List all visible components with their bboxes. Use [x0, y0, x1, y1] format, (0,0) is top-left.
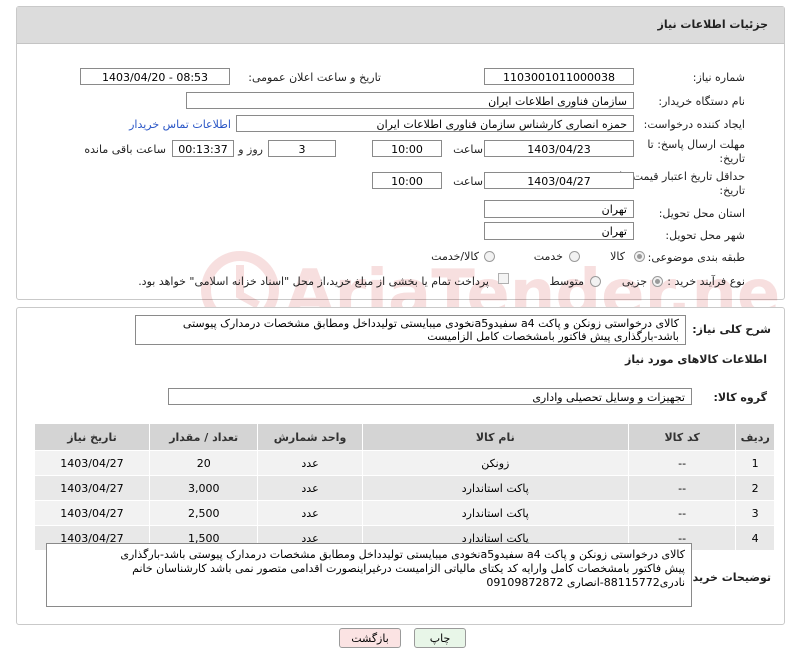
header-quantity: تعداد / مقدار	[148, 423, 259, 451]
cell-unit: عدد	[257, 500, 363, 526]
panel-header: جزئیات اطلاعات نیاز	[17, 7, 784, 44]
need-number-field: 1103001011000038	[484, 68, 634, 85]
need-number-label: شماره نیاز:	[692, 71, 745, 84]
category-label: طبقه بندی موضوعی:	[647, 251, 745, 264]
creator-field: حمزه انصاری کارشناس سازمان فناوری اطلاعا…	[236, 115, 634, 132]
summary-textarea: کالای درخواستی زونکن و پاکت a4 سفیدوa5نخ…	[135, 315, 686, 345]
reply-deadline-time-field: 10:00	[372, 140, 442, 157]
cell-need-date: 1403/04/27	[34, 450, 150, 476]
buyer-contact-link[interactable]: اطلاعات تماس خریدار	[129, 118, 231, 131]
province-label: استان محل تحویل:	[658, 207, 745, 220]
cell-item-code: --	[627, 450, 737, 476]
remaining-time-label: ساعت باقی مانده	[84, 143, 166, 156]
cell-need-date: 1403/04/27	[34, 475, 150, 501]
cell-row-number: 4	[735, 525, 775, 551]
category-option-goods-service: کالا/خدمت	[431, 250, 479, 263]
remaining-time-field: 00:13:37	[172, 140, 234, 157]
header-row-number: ردیف	[735, 423, 775, 451]
print-button[interactable]: چاپ	[414, 628, 466, 648]
buyer-notes-line-1: کالای درخواستی زونکن و پاکت a4 سفیدوa5نخ…	[120, 548, 685, 561]
cell-unit: عدد	[257, 475, 363, 501]
cell-item-name: زونکن	[361, 450, 629, 476]
table-row: 3 -- پاکت استاندارد عدد 2,500 1403/04/27	[34, 500, 775, 526]
price-validity-time-label: ساعت	[453, 175, 483, 188]
header-unit: واحد شمارش	[257, 423, 363, 451]
category-radio-goods[interactable]	[634, 251, 645, 262]
buyer-org-field: سازمان فناوری اطلاعات ایران	[186, 92, 634, 109]
days-label: روز و	[238, 143, 263, 156]
purchase-option-minor: جزیی	[621, 275, 647, 288]
cell-item-code: --	[627, 475, 737, 501]
announce-datetime-field: 1403/04/20 - 08:53	[80, 68, 230, 85]
cell-quantity: 3,000	[148, 475, 259, 501]
cell-quantity: 20	[148, 450, 259, 476]
table-row: 2 -- پاکت استاندارد عدد 3,000 1403/04/27	[34, 475, 775, 501]
buyer-org-label: نام دستگاه خریدار:	[658, 95, 745, 108]
header-item-name: نام کالا	[361, 423, 629, 451]
buyer-notes-line-2: پیش فاکتور بامشخصات کامل وارایه کد یکتای…	[132, 562, 685, 575]
reply-deadline-label-date: تاریخ:	[719, 152, 745, 165]
goods-group-label: گروه کالا:	[713, 391, 767, 404]
buyer-notes-label: توضیحات خریدار:	[678, 571, 771, 584]
panel-title: جزئیات اطلاعات نیاز	[657, 18, 769, 31]
reply-deadline-label: مهلت ارسال پاسخ: تا	[647, 138, 745, 151]
cell-quantity: 2,500	[148, 500, 259, 526]
goods-table: ردیف کد کالا نام کالا واحد شمارش تعداد /…	[34, 423, 775, 551]
summary-line-2: باشد-بارگذاری پیش فاکتور بامشخصات کامل ا…	[427, 330, 679, 343]
goods-group-field: تجهیزات و وسایل تحصیلی واداری	[168, 388, 692, 405]
city-label: شهر محل تحویل:	[665, 229, 745, 242]
table-row: 1 -- زونکن عدد 20 1403/04/27	[34, 450, 775, 476]
cell-item-name: پاکت استاندارد	[361, 475, 629, 501]
buyer-notes-textarea: کالای درخواستی زونکن و پاکت a4 سفیدوa5نخ…	[46, 543, 692, 607]
cell-row-number: 1	[735, 450, 775, 476]
cell-item-code: --	[627, 500, 737, 526]
header-item-code: کد کالا	[627, 423, 737, 451]
purchase-radio-minor[interactable]	[652, 276, 663, 287]
category-option-goods: کالا	[610, 250, 625, 263]
goods-section-title: اطلاعات کالاهای مورد نیاز	[625, 353, 767, 366]
back-button[interactable]: بازگشت	[339, 628, 401, 648]
purchase-option-medium: متوسط	[549, 275, 584, 288]
cell-row-number: 2	[735, 475, 775, 501]
purchase-type-label: نوع فرآیند خرید :	[667, 275, 745, 288]
remaining-days-field: 3	[268, 140, 336, 157]
treasury-checkbox[interactable]	[498, 273, 509, 284]
cell-row-number: 3	[735, 500, 775, 526]
city-field: تهران	[484, 222, 634, 240]
province-field: تهران	[484, 200, 634, 218]
treasury-note: پرداخت تمام یا بخشی از مبلغ خرید،از محل …	[138, 275, 489, 288]
table-header-row: ردیف کد کالا نام کالا واحد شمارش تعداد /…	[34, 423, 775, 451]
price-validity-time-field: 10:00	[372, 172, 442, 189]
price-validity-label-date: تاریخ:	[719, 184, 745, 197]
cell-item-name: پاکت استاندارد	[361, 500, 629, 526]
reply-deadline-date-field: 1403/04/23	[484, 140, 634, 157]
category-option-service: خدمت	[533, 250, 563, 263]
category-radio-service[interactable]	[569, 251, 580, 262]
creator-label: ایجاد کننده درخواست:	[643, 118, 745, 131]
cell-unit: عدد	[257, 450, 363, 476]
category-radio-goods-service[interactable]	[484, 251, 495, 262]
price-validity-date-field: 1403/04/27	[484, 172, 634, 189]
announce-datetime-label: تاریخ و ساعت اعلان عمومی:	[248, 71, 381, 84]
buyer-notes-line-3: نادری88115772-انصاری 09109872872	[486, 576, 685, 589]
reply-deadline-time-label: ساعت	[453, 143, 483, 156]
summary-label: شرح کلی نیاز:	[692, 323, 771, 336]
summary-line-1: کالای درخواستی زونکن و پاکت a4 سفیدوa5نخ…	[182, 317, 679, 330]
cell-need-date: 1403/04/27	[34, 500, 150, 526]
header-need-date: تاریخ نیاز	[34, 423, 150, 451]
price-validity-label: حداقل تاریخ اعتبار قیمت: تا	[619, 170, 745, 183]
purchase-radio-medium[interactable]	[590, 276, 601, 287]
